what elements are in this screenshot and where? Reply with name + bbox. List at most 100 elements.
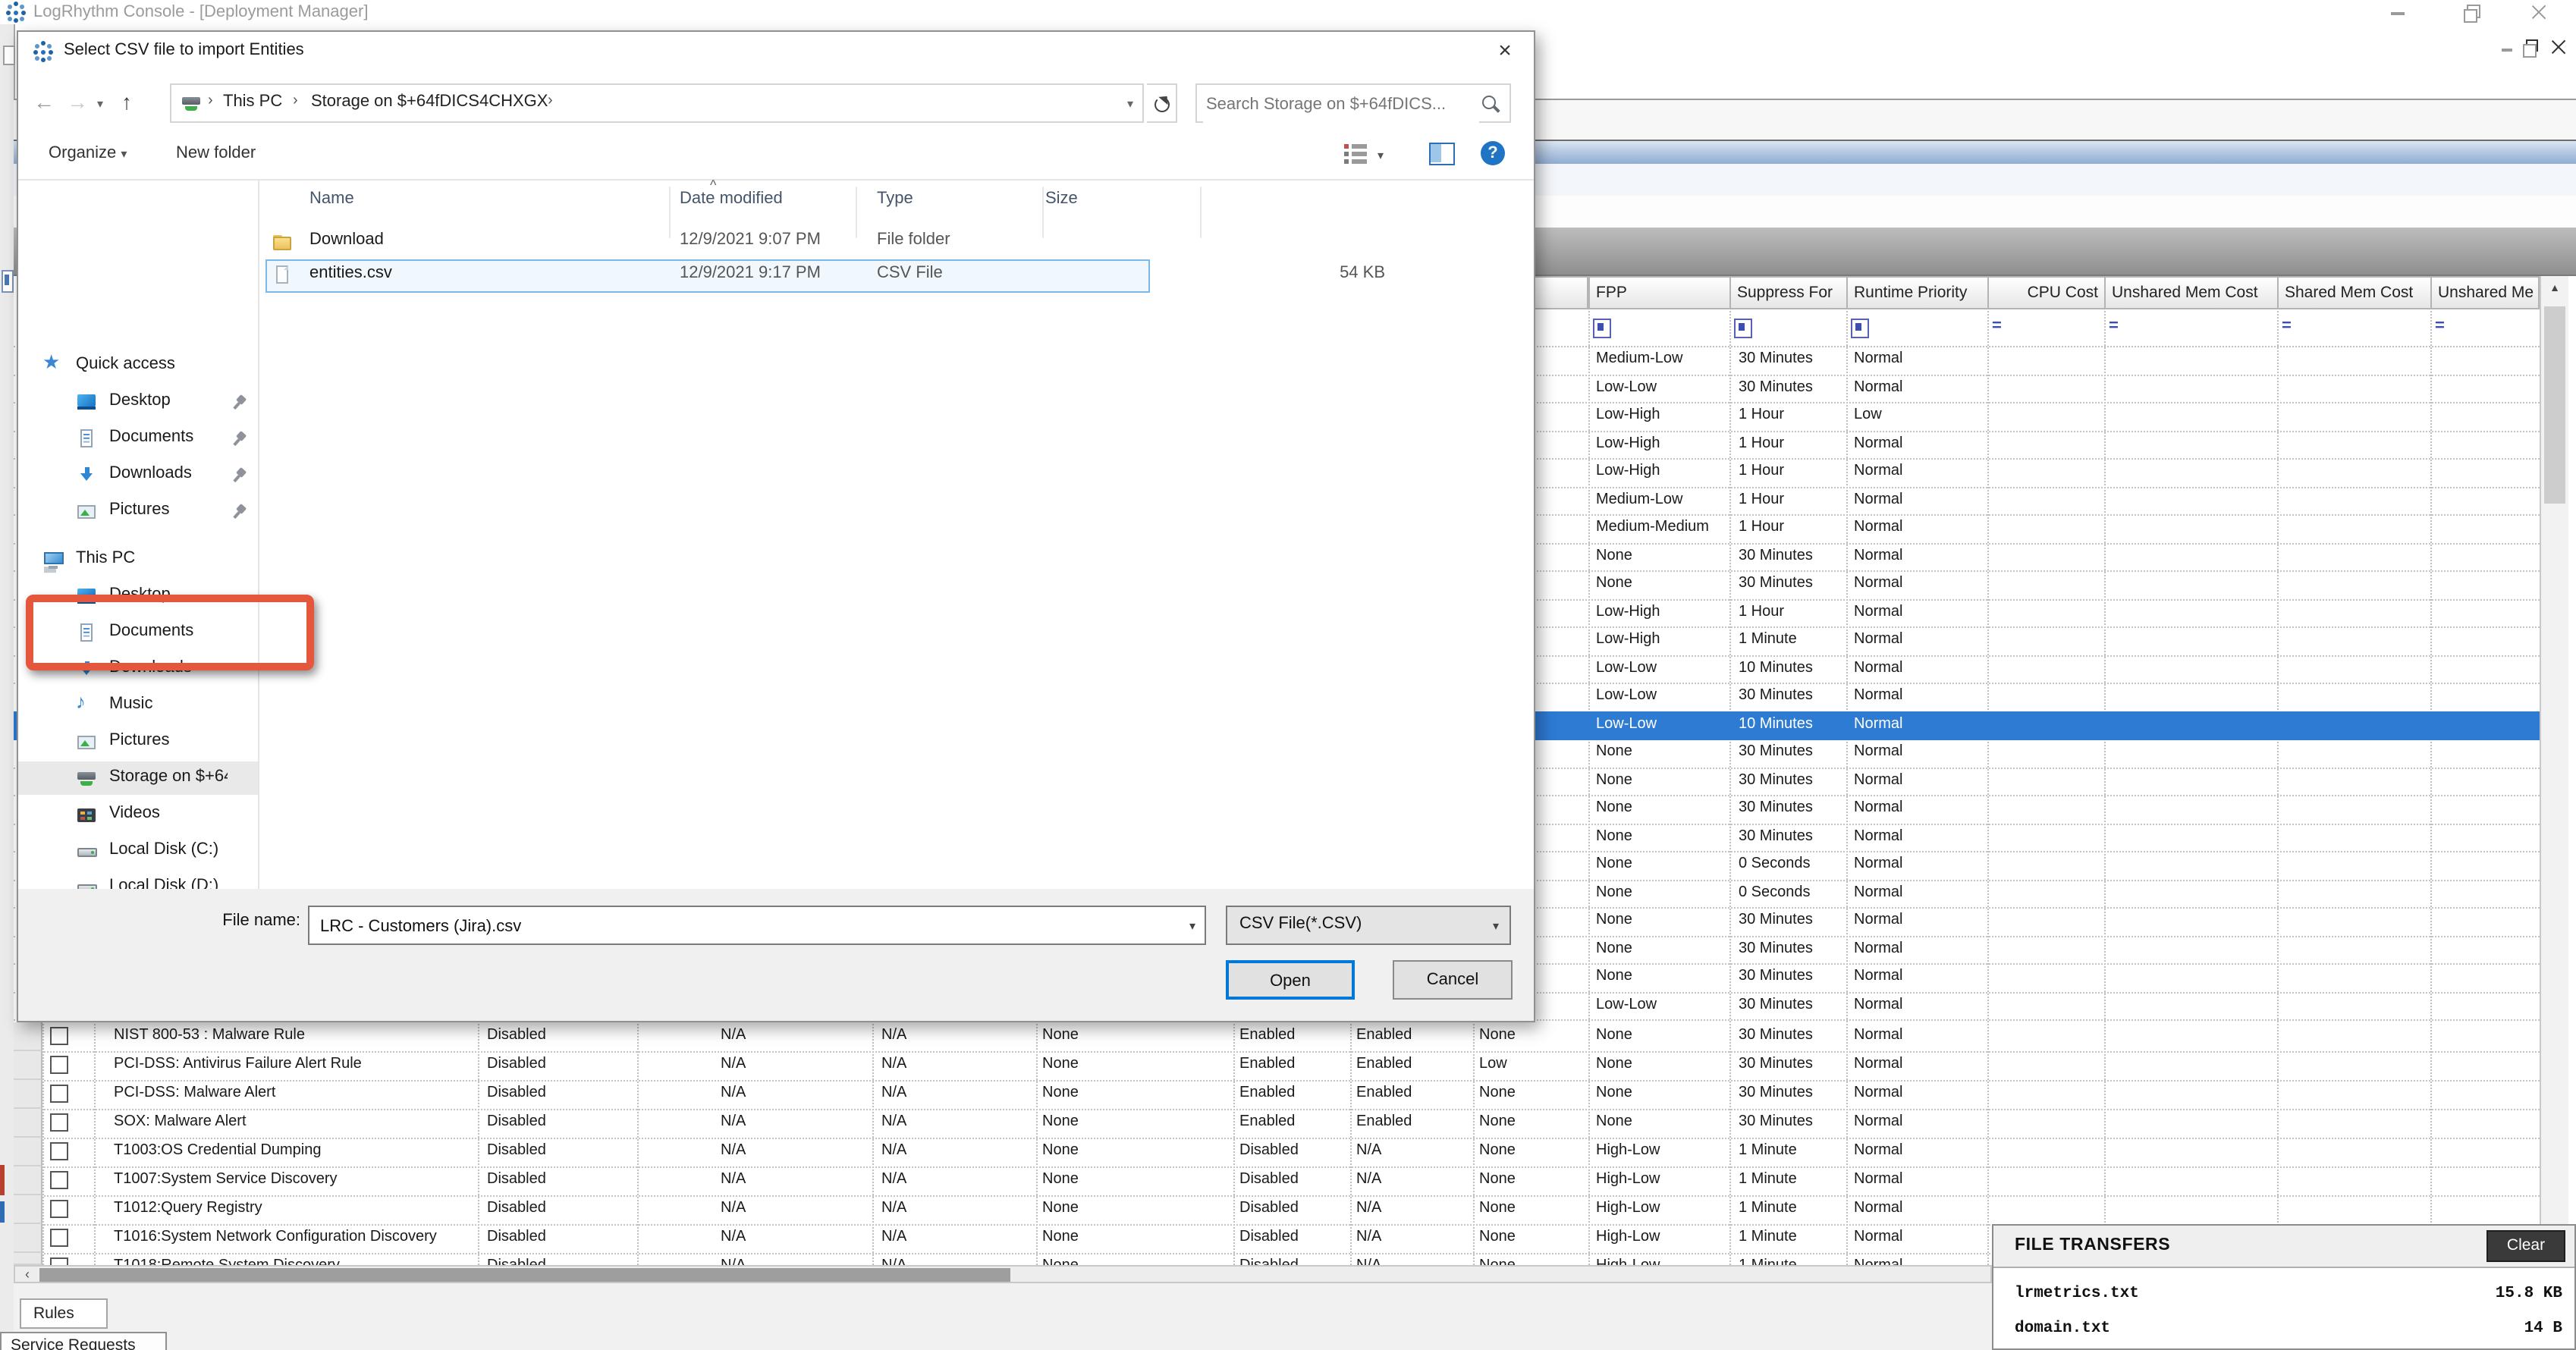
dialog-close-icon[interactable]: ×: [1491, 38, 1519, 64]
row-checkbox[interactable]: [50, 1055, 68, 1073]
breadcrumb-this-pc[interactable]: This PC: [223, 93, 282, 111]
cell-value: None: [1479, 1138, 1516, 1166]
search-icon[interactable]: [1482, 96, 1496, 109]
restore-icon[interactable]: [2467, 5, 2480, 18]
preview-pane-icon[interactable]: [1429, 143, 1455, 165]
search-input[interactable]: [1203, 86, 1479, 123]
sidebar-section-quick-access[interactable]: ★Quick access: [18, 349, 258, 382]
table-row[interactable]: PCI-DSS: Malware AlertDisabledN/AN/ANone…: [14, 1080, 2540, 1110]
filter-icon[interactable]: [1851, 319, 1869, 338]
column-header-size[interactable]: Size: [1045, 190, 1078, 208]
vertical-scrollbar-thumb[interactable]: [2544, 306, 2565, 504]
organize-button[interactable]: Organize ▾: [49, 144, 127, 162]
pin-panel-icon[interactable]: [2, 270, 14, 293]
row-checkbox[interactable]: [50, 1026, 68, 1044]
recent-locations-icon[interactable]: ▾: [97, 97, 103, 111]
file-type-combo[interactable]: CSV File(*.CSV) ▾: [1226, 906, 1511, 945]
file-name-combo[interactable]: ▾: [308, 906, 1206, 945]
file-row-download[interactable]: Download12/9/2021 9:07 PMFile folder: [261, 226, 1534, 259]
row-header[interactable]: [14, 1166, 42, 1195]
row-header[interactable]: [14, 1080, 42, 1109]
views-dropdown-icon[interactable]: ▾: [1378, 149, 1384, 162]
filter-icon[interactable]: [1734, 319, 1752, 338]
sidebar-item-music[interactable]: ♪Music: [18, 689, 258, 722]
grid-column-header[interactable]: Runtime Priority: [1846, 276, 1989, 309]
filter-icon[interactable]: [1593, 319, 1611, 338]
horizontal-scrollbar[interactable]: ‹: [14, 1265, 1992, 1283]
table-row[interactable]: T1012:Query RegistryDisabledN/AN/ANoneDi…: [14, 1195, 2540, 1226]
file-name-input[interactable]: [317, 909, 1173, 945]
new-folder-button[interactable]: New folder: [176, 144, 256, 162]
vertical-scrollbar[interactable]: ▲: [2540, 276, 2568, 1265]
grid-column-header[interactable]: [1534, 276, 1588, 309]
column-header-date-modified[interactable]: Date modified: [680, 190, 783, 208]
breadcrumb[interactable]: › This PC › Storage on $+64fDICS4CHXGX ›…: [170, 83, 1144, 123]
table-row[interactable]: NIST 800-53 : Malware RuleDisabledN/AN/A…: [14, 1022, 2540, 1053]
row-header[interactable]: [14, 1195, 42, 1224]
refresh-button[interactable]: [1147, 83, 1177, 123]
row-checkbox[interactable]: [50, 1228, 68, 1246]
scroll-left-icon[interactable]: ‹: [15, 1267, 39, 1282]
table-row[interactable]: PCI-DSS: Antivirus Failure Alert RuleDis…: [14, 1051, 2540, 1082]
up-button[interactable]: ↑: [121, 89, 132, 114]
grid-column-header[interactable]: FPP: [1588, 276, 1731, 309]
row-header[interactable]: [14, 1022, 42, 1051]
sidebar-item-videos[interactable]: Videos: [18, 798, 258, 831]
table-row[interactable]: SOX: Malware AlertDisabledN/AN/ANoneEnab…: [14, 1109, 2540, 1139]
row-header[interactable]: [14, 1224, 42, 1253]
row-checkbox[interactable]: [50, 1141, 68, 1160]
grid-column-header[interactable]: Shared Mem Cost: [2277, 276, 2432, 309]
grid-column-header[interactable]: Suppress For: [1729, 276, 1848, 309]
row-header[interactable]: [14, 1138, 42, 1166]
address-dropdown-icon[interactable]: ▾: [1127, 97, 1133, 111]
search-box[interactable]: [1195, 83, 1511, 123]
sidebar-item-pictures[interactable]: Pictures: [18, 725, 258, 758]
breadcrumb-current[interactable]: Storage on $+64fDICS4CHXGX: [311, 93, 548, 111]
row-header[interactable]: [14, 1109, 42, 1138]
row-checkbox[interactable]: [50, 1084, 68, 1102]
views-icon[interactable]: [1344, 144, 1368, 165]
row-header[interactable]: [14, 1253, 42, 1265]
row-checkbox[interactable]: [50, 1257, 68, 1265]
horizontal-scrollbar-thumb[interactable]: [39, 1267, 1010, 1281]
grid-column-header[interactable]: CPU Cost: [1987, 276, 2106, 309]
row-checkbox[interactable]: [50, 1170, 68, 1188]
filter-equals-icon[interactable]: =: [2282, 317, 2292, 335]
column-header-name[interactable]: Name: [309, 190, 354, 208]
table-row[interactable]: T1003:OS Credential DumpingDisabledN/AN/…: [14, 1138, 2540, 1168]
sidebar-item-storage[interactable]: Storage on $+64fDICS4CHXGX: [18, 761, 258, 795]
left-autohide-panel[interactable]: [0, 24, 15, 1350]
row-checkbox[interactable]: [50, 1199, 68, 1217]
help-icon[interactable]: ?: [1481, 141, 1505, 165]
column-header-type[interactable]: Type: [877, 190, 913, 208]
row-header[interactable]: [14, 1051, 42, 1080]
scroll-up-icon[interactable]: ▲: [2543, 276, 2567, 302]
sidebar-item-downloads[interactable]: Downloads: [18, 458, 258, 491]
panel-tab-icon[interactable]: [2, 46, 14, 65]
grid-column-header[interactable]: Unshared Me: [2430, 276, 2540, 309]
grid-column-header[interactable]: Unshared Mem Cost: [2104, 276, 2279, 309]
child-minimize-icon[interactable]: [2502, 49, 2512, 51]
open-button[interactable]: Open: [1226, 960, 1355, 1000]
sidebar-section-this-pc[interactable]: This PC: [18, 543, 258, 576]
table-row[interactable]: T1007:System Service DiscoveryDisabledN/…: [14, 1166, 2540, 1197]
file-row-entities-csv[interactable]: entities.csv12/9/2021 9:17 PMCSV File54 …: [261, 259, 1534, 293]
tab-service-requests[interactable]: Service Requests: [0, 1332, 167, 1350]
forward-button[interactable]: →: [67, 89, 88, 114]
child-restore-icon[interactable]: [2526, 39, 2538, 52]
sidebar-item-desktop[interactable]: Desktop: [18, 385, 258, 419]
sidebar-item-documents[interactable]: Documents: [18, 422, 258, 455]
clear-button[interactable]: Clear: [2486, 1230, 2565, 1262]
sidebar-item-pictures[interactable]: Pictures: [18, 494, 258, 528]
back-button[interactable]: ←: [33, 89, 55, 114]
filter-equals-icon[interactable]: =: [1992, 317, 2002, 335]
minimize-icon[interactable]: [2391, 12, 2405, 14]
cell-value: None: [1042, 1253, 1079, 1265]
sidebar-item-local[interactable]: Local Disk (C:): [18, 834, 258, 868]
cancel-button[interactable]: Cancel: [1393, 960, 1513, 1000]
tab-rules[interactable]: Rules: [20, 1298, 108, 1329]
filter-equals-icon[interactable]: =: [2435, 317, 2445, 335]
filter-equals-icon[interactable]: =: [2109, 317, 2119, 335]
file-name-dropdown-icon[interactable]: ▾: [1189, 919, 1195, 933]
row-checkbox[interactable]: [50, 1113, 68, 1131]
